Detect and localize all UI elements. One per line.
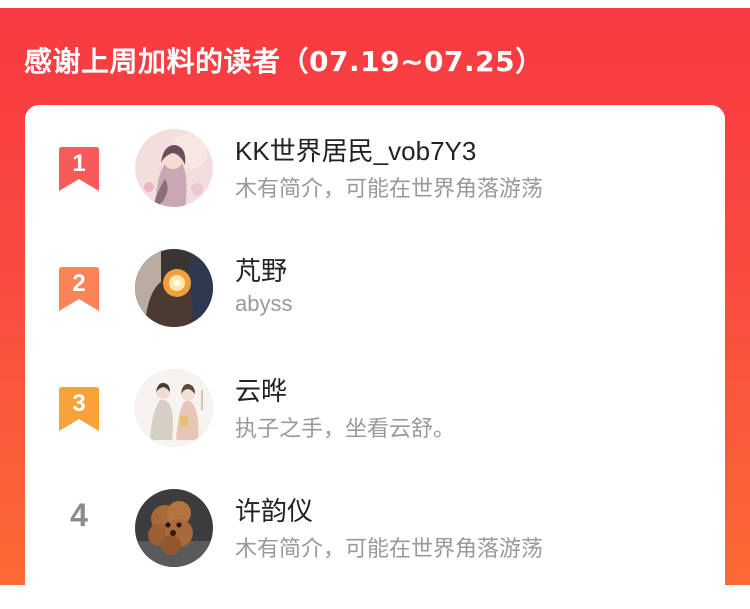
avatar[interactable] <box>135 249 213 327</box>
rank-badge-1: 1 <box>59 147 99 191</box>
reader-bio: abyss <box>235 291 293 316</box>
reader-name: KK世界居民_vob7Y3 <box>235 136 477 166</box>
reader-name: 芃野 <box>235 256 288 286</box>
reader-name: 云晔 <box>235 376 288 406</box>
rank-number: 3 <box>72 390 86 417</box>
avatar[interactable] <box>135 369 213 447</box>
rank-number: 1 <box>72 150 86 177</box>
avatar[interactable] <box>135 489 213 567</box>
rank-badge-2: 2 <box>59 267 99 311</box>
reader-row-3[interactable]: 3 云晔 执子之手，坐看云舒。 <box>25 369 725 489</box>
rank-number: 2 <box>72 270 86 297</box>
avatar-light-photo-icon <box>135 249 213 327</box>
thanks-banner: 感谢上周加料的读者（07.19~07.25） 1 KK世界居民_vob7Y3 木… <box>0 0 750 605</box>
reader-name: 许韵仪 <box>235 496 314 526</box>
reader-bio: 木有简介，可能在世界角落游荡 <box>235 536 544 561</box>
banner-title: 感谢上周加料的读者（07.19~07.25） <box>24 45 544 78</box>
avatar-girl-illustration-icon <box>135 129 213 207</box>
rank-badge-3: 3 <box>59 387 99 431</box>
reader-bio: 木有简介，可能在世界角落游荡 <box>235 176 544 201</box>
avatar-two-figures-illustration-icon <box>136 370 212 446</box>
rank-number: 4 <box>70 497 88 533</box>
reader-list-card: 1 KK世界居民_vob7Y3 木有简介，可能在世界角落游荡 2 芃野 abys… <box>25 105 725 605</box>
avatar[interactable] <box>135 129 213 207</box>
avatar-poodle-photo-icon <box>135 489 213 567</box>
reader-row-1[interactable]: 1 KK世界居民_vob7Y3 木有简介，可能在世界角落游荡 <box>25 129 725 249</box>
reader-row-4[interactable]: 4 许韵仪 木有简介，可能在世界角落游荡 <box>25 489 725 609</box>
reader-row-2[interactable]: 2 芃野 abyss <box>25 249 725 369</box>
reader-bio: 执子之手，坐看云舒。 <box>235 416 456 441</box>
